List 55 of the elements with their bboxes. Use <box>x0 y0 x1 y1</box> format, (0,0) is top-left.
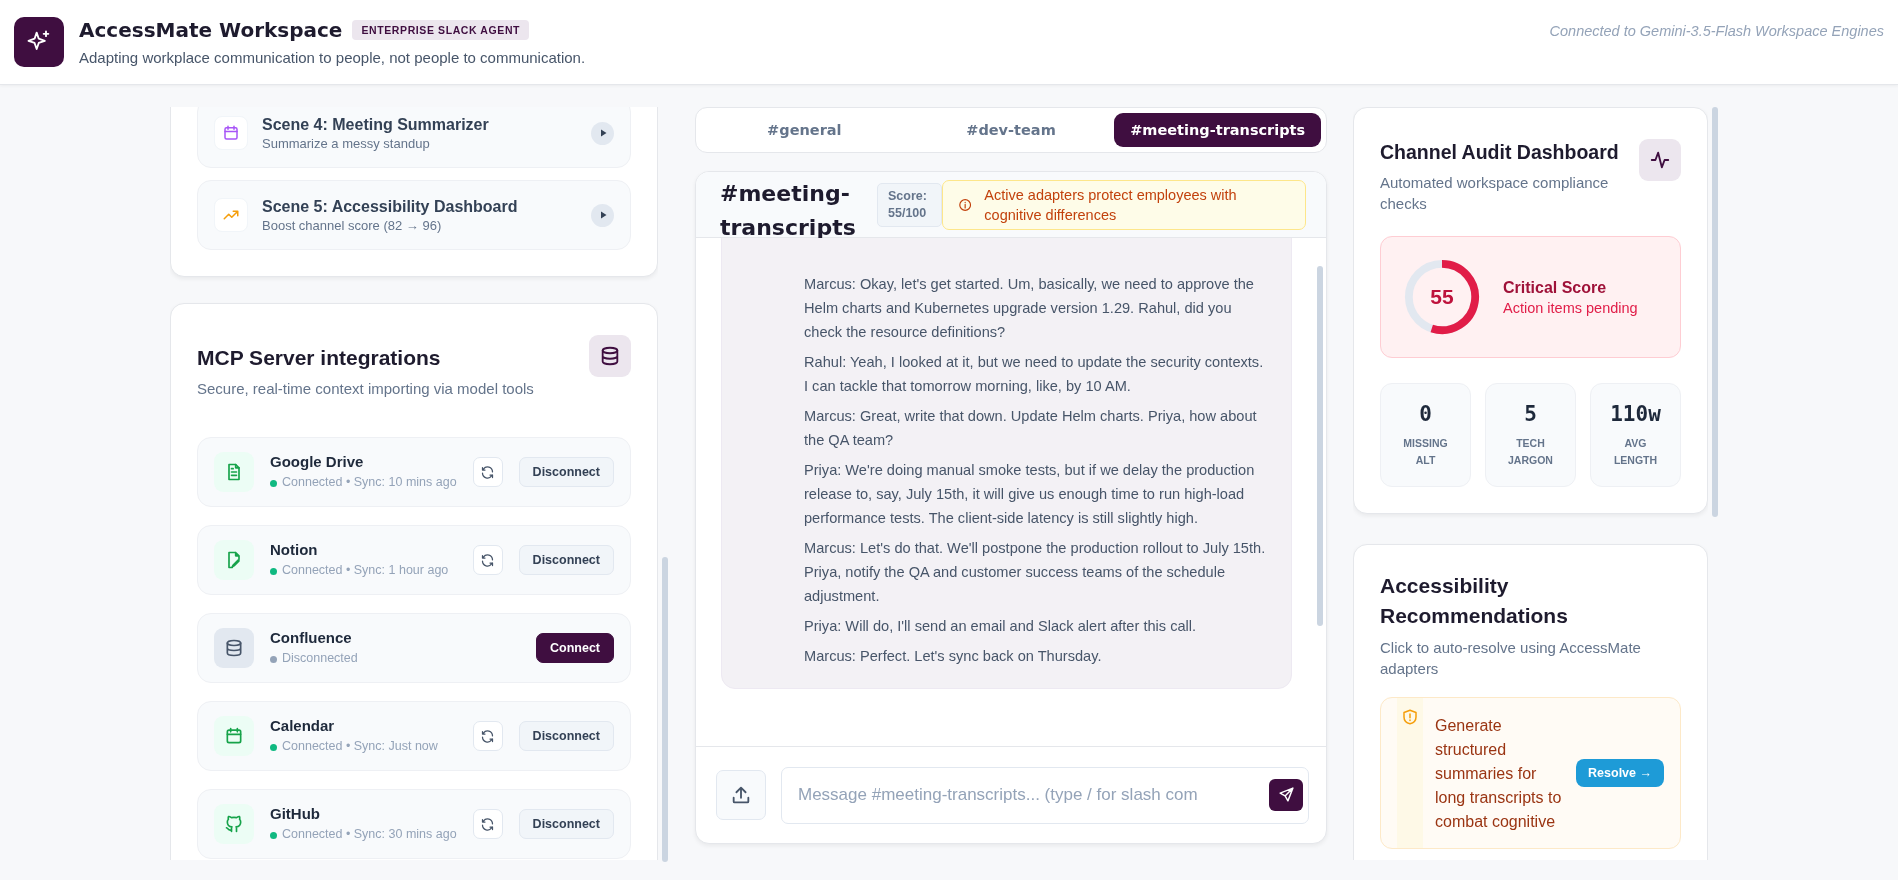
edition-badge: ENTERPRISE SLACK AGENT <box>352 20 530 40</box>
server-status: Connected • Sync: 10 mins ago <box>282 474 457 491</box>
stat-label: AVG LENGTH <box>1612 435 1659 468</box>
server-status: Connected • Sync: 1 hour ago <box>282 562 449 579</box>
scene-item[interactable]: Scene 4: Meeting Summarizer Summarize a messy standup <box>197 107 631 168</box>
stat-label: MISSING ALT <box>1402 435 1449 468</box>
card-subtitle: Automated workspace compliance checks <box>1380 173 1610 214</box>
connect-button[interactable]: Connect <box>536 633 614 663</box>
server-status: Disconnected <box>282 650 358 667</box>
app-title: AccessMate Workspace <box>79 18 343 42</box>
scene-title: Scene 5: Accessibility Dashboard <box>262 197 519 216</box>
score-label: Critical Score <box>1503 278 1608 297</box>
server-status: Connected • Sync: Just now <box>282 738 438 755</box>
stat-value: 110w <box>1610 401 1661 426</box>
stat-value: 5 <box>1524 401 1537 426</box>
score-badge: Score: 55/100 <box>877 182 942 227</box>
transcript-line: Rahul: Yeah, I looked at it, but we need to update the security contexts. I can tackle that tomorrow morning, like, by 10 AM. <box>804 353 1265 396</box>
transcript-line: Marcus: Great, write that down. Update Helm charts. Priya, how about the QA team? <box>804 407 1258 450</box>
transcript-line: Priya: We're doing manual smoke tests, but if we delay the production release to, say, July 15th, it will give us enough time to run high-load performance tests. The client-side latency is still slightly high. <box>804 461 1256 528</box>
recommendation-text: Generate structured summaries for long transcripts to combat cognitive <box>1435 716 1563 832</box>
message-field[interactable]: Message #meeting-transcripts... (type / for slash com <box>781 766 1309 824</box>
server-name: GitHub <box>270 805 321 822</box>
disconnect-button[interactable]: Disconnect <box>518 545 614 575</box>
server-name: Calendar <box>270 717 336 734</box>
disconnect-button[interactable]: Disconnect <box>518 809 614 839</box>
scene-subtitle: Boost channel score (82 → 96) <box>262 217 443 233</box>
score-value: 55 <box>1430 285 1454 309</box>
card-subtitle: Click to auto-resolve using AccessMate adapters <box>1380 638 1642 679</box>
channel-tab[interactable]: #dev-team <box>907 113 1115 147</box>
transcript-line: Marcus: Perfect. Let's sync back on Thursday. <box>804 647 1103 666</box>
server-name: Confluence <box>270 629 353 646</box>
notice-text: Active adapters protect employees with cognitive differences <box>984 185 1238 225</box>
server-name: Google Drive <box>270 453 365 470</box>
connection-status: Connected to Gemini-3.5-Flash Workspace Engines <box>1549 23 1884 39</box>
disconnect-button[interactable]: Disconnect <box>518 457 614 487</box>
scene-item[interactable]: Scene 5: Accessibility Dashboard Boost channel score (82 → 96) <box>197 180 631 250</box>
card-title: Accessibility Recommendations <box>1380 573 1569 629</box>
tagline: Adapting workplace communication to people, not people to communication. <box>79 49 587 66</box>
transcript-line: Marcus: Okay, let's get started. Um, basically, we need to approve the Helm charts and Kubernetes upgrade version 1.29. Rahul, did you check the resource definitions? <box>804 275 1255 342</box>
server-name: Notion <box>270 541 319 558</box>
server-status: Connected • Sync: 30 mins ago <box>282 826 457 843</box>
scene-subtitle: Summarize a messy standup <box>262 135 431 151</box>
card-title: MCP Server integrations <box>197 345 442 371</box>
channel-tab[interactable]: #meeting-transcripts <box>1114 113 1321 147</box>
channel-tab[interactable]: #general <box>701 113 908 147</box>
card-subtitle: Secure, real-time context importing via model tools <box>197 379 534 399</box>
score-sublabel: Action items pending <box>1503 299 1638 316</box>
stat-label: TECH JARGON <box>1507 435 1554 468</box>
card-title: Channel Audit Dashboard <box>1380 140 1620 165</box>
transcript-line: Marcus: Let's do that. We'll postpone the production rollout to July 15th. Priya, notify the QA and customer success teams of the schedule adjustment. <box>804 539 1267 606</box>
stat-value: 0 <box>1419 401 1432 426</box>
channel-title: #meeting-transcripts <box>720 179 857 242</box>
scene-title: Scene 4: Meeting Summarizer <box>262 115 490 134</box>
disconnect-button[interactable]: Disconnect <box>518 721 614 751</box>
transcript-line: Priya: Will do, I'll send an email and Slack alert after this call. <box>804 617 1198 636</box>
